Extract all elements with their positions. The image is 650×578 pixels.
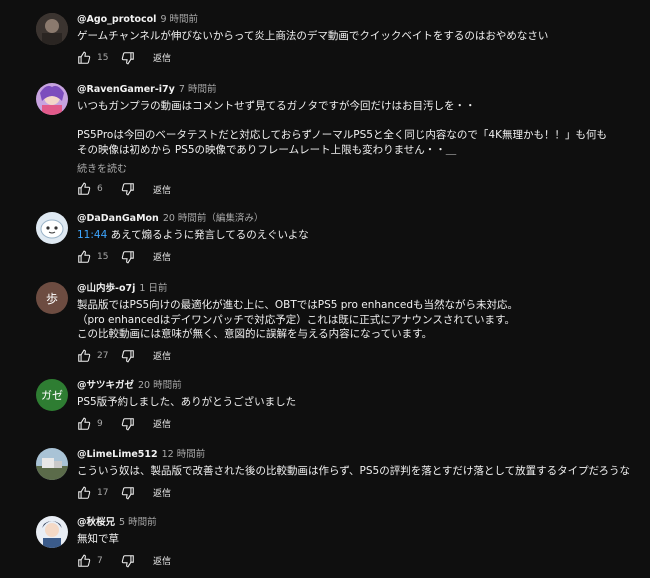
thumbs-up-icon[interactable]	[77, 486, 91, 500]
comment-time[interactable]: 7 時間前	[179, 84, 217, 95]
thumbs-up-icon[interactable]	[77, 349, 91, 363]
comment-time[interactable]: 20 時間前（編集済み）	[163, 213, 264, 224]
comment-time[interactable]: 9 時間前	[160, 14, 198, 25]
comment-line: （pro enhancedはデイワンパッチで対応予定）これは既に正式にアナウンス…	[77, 313, 515, 326]
avatar-initial: ガゼ	[41, 389, 63, 402]
thumbs-up-icon[interactable]	[77, 554, 91, 568]
thumbs-down-icon[interactable]	[121, 250, 135, 264]
author-name[interactable]: @サツキガゼ	[77, 380, 134, 391]
avatar[interactable]	[36, 448, 68, 480]
comment-time[interactable]: 20 時間前	[138, 380, 182, 391]
avatar[interactable]	[36, 516, 68, 548]
thumbs-down-icon[interactable]	[121, 486, 135, 500]
comment-time[interactable]: 12 時間前	[162, 449, 206, 460]
avatar-initial: 歩	[45, 291, 58, 306]
reply-button[interactable]: 返信	[153, 349, 171, 362]
avatar[interactable]	[36, 212, 68, 244]
reply-button[interactable]: 返信	[153, 417, 171, 430]
like-count: 9	[97, 418, 103, 429]
reply-button[interactable]: 返信	[153, 486, 171, 499]
thumbs-up-icon[interactable]	[77, 51, 91, 65]
comment-line: いつもガンプラの動画はコメントせず見てるガノタですが今回だけはお目汚しを・・	[77, 100, 476, 112]
like-count: 17	[97, 487, 109, 498]
comment-line: PS5Proは今回のベータテストだと対応しておらずノーマルPS5と全く同じ内容な…	[77, 129, 608, 141]
avatar[interactable]: ガゼ	[36, 379, 68, 411]
comment-text-body: あえて煽るように発言してるのえぐいよな	[107, 229, 309, 241]
comment-text: PS5版予約しました、ありがとうございました	[77, 396, 297, 408]
author-name[interactable]: @秋桜兄	[77, 517, 115, 528]
avatar[interactable]	[36, 13, 68, 45]
author-name[interactable]: @山内歩-o7j	[77, 283, 135, 294]
thumbs-up-icon[interactable]	[77, 250, 91, 264]
author-name[interactable]: @Ago_protocol	[77, 14, 156, 25]
author-name[interactable]: @LimeLime512	[77, 449, 158, 460]
comment-line	[77, 114, 640, 129]
like-count: 15	[97, 52, 109, 63]
timestamp-link[interactable]: 11:44	[77, 229, 107, 241]
avatar[interactable]	[36, 83, 68, 115]
read-more-link[interactable]: 続きを読む	[77, 160, 640, 175]
thumbs-down-icon[interactable]	[121, 417, 135, 431]
thumbs-down-icon[interactable]	[121, 51, 135, 65]
thumbs-down-icon[interactable]	[121, 554, 135, 568]
reply-button[interactable]: 返信	[153, 183, 171, 196]
thumbs-up-icon[interactable]	[77, 182, 91, 196]
comment-text: いつもガンプラの動画はコメントせず見てるガノタですが今回だけはお目汚しを・・ P…	[77, 99, 640, 157]
avatar[interactable]: 歩	[36, 282, 68, 314]
like-count: 7	[97, 555, 103, 566]
comment-text: 製品版ではPS5向けの最適化が進む上に、OBTではPS5 pro enhance…	[77, 298, 640, 342]
thumbs-up-icon[interactable]	[77, 417, 91, 431]
reply-button[interactable]: 返信	[153, 51, 171, 64]
comment-line: この比較動画には意味が無く、意図的に誤解を与える内容になっています。	[77, 328, 433, 340]
reply-button[interactable]: 返信	[153, 554, 171, 567]
thumbs-down-icon[interactable]	[121, 349, 135, 363]
comment-text: ゲームチャンネルが伸びないからって炎上商法のデマ動画でクイックベイトをするのはお…	[77, 30, 549, 42]
comment-text: こういう奴は、製品版で改善された後の比較動画は作らず、PS5の評判を落とすだけ落…	[77, 465, 630, 477]
author-name[interactable]: @RavenGamer-i7y	[77, 84, 175, 95]
like-count: 27	[97, 350, 109, 361]
thumbs-down-icon[interactable]	[121, 182, 135, 196]
like-count: 15	[97, 251, 109, 262]
comment-text: 無知で草	[77, 533, 119, 545]
comment-time[interactable]: 1 日前	[139, 283, 167, 294]
like-count: 6	[97, 184, 103, 194]
comment-text: 11:44 あえて煽るように発言してるのえぐいよな	[77, 228, 640, 243]
comment-line: その映像は初めから PS5の映像でありフレームレート上限も変わりません・・＿	[77, 143, 457, 156]
reply-button[interactable]: 返信	[153, 250, 171, 263]
comment-time[interactable]: 5 時間前	[119, 517, 157, 528]
author-name[interactable]: @DaDanGaMon	[77, 213, 159, 224]
comment-line: 製品版ではPS5向けの最適化が進む上に、OBTではPS5 pro enhance…	[77, 299, 519, 311]
